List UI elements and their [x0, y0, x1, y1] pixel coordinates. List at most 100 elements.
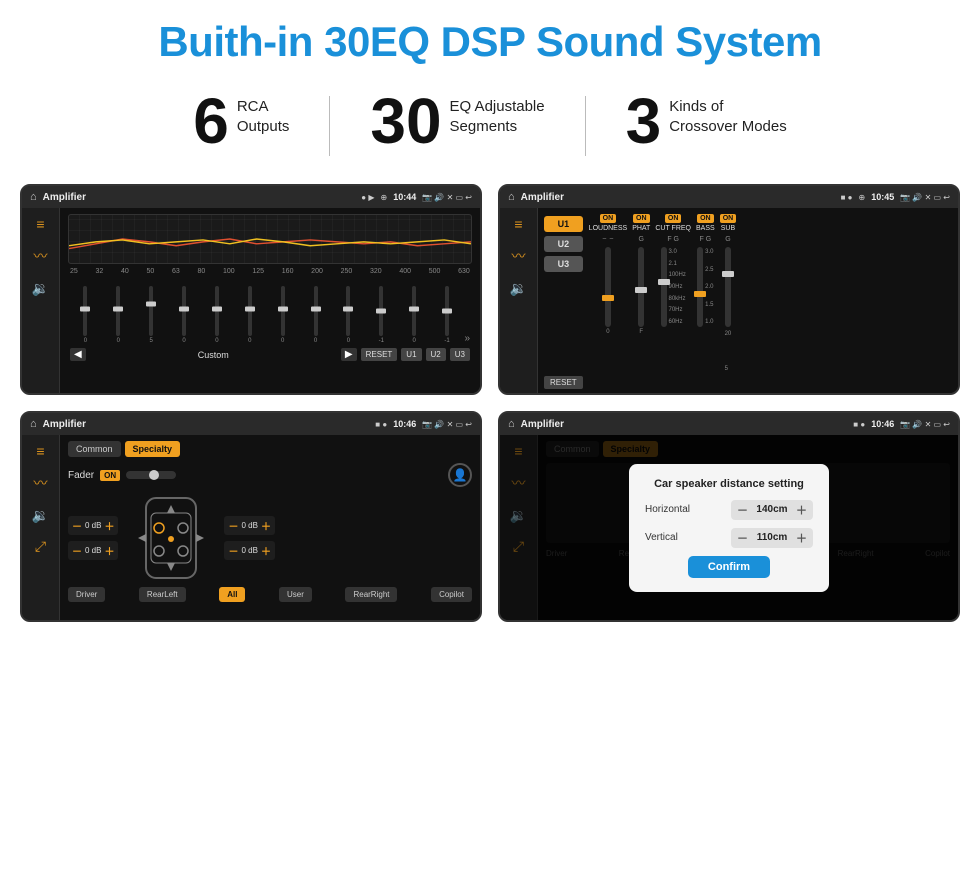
vertical-plus-btn[interactable]: ＋ [796, 530, 807, 546]
eq-reset-btn[interactable]: RESET [361, 348, 398, 361]
status-icons-2: 📷 🔊 ✕ ▭ ↩ [900, 193, 950, 202]
screen3-content: ≡ 〰 🔉 ⤢ Common Specialty Fader ON [22, 435, 480, 620]
db-ctrl-tl: － 0 dB ＋ [68, 516, 118, 535]
stat-eq: 30 EQ AdjustableSegments [330, 89, 584, 153]
ch-sub: ON SUB G 2050 [720, 214, 737, 395]
speaker-icon-3[interactable]: 🔉 [32, 507, 49, 524]
confirm-button[interactable]: Confirm [688, 556, 770, 578]
screen-eq: ⌂ Amplifier ● ▶ ⊕ 10:44 📷 🔊 ✕ ▭ ↩ ≡ 〰 🔉 [20, 184, 482, 395]
home-icon-1[interactable]: ⌂ [30, 191, 37, 203]
u1-btn[interactable]: U1 [544, 216, 583, 232]
dialog-overlay: Car speaker distance setting Horizontal … [500, 435, 958, 620]
eq-prev-btn[interactable]: ◀ [70, 348, 86, 361]
statusbar-2: ⌂ Amplifier ■ ● ⊕ 10:45 📷 🔊 ✕ ▭ ↩ [500, 186, 958, 208]
db-minus-tl[interactable]: － [72, 518, 82, 533]
screen1-content: ≡ 〰 🔉 25 32 40 50 63 80 [22, 208, 480, 393]
eq-next-btn[interactable]: ▶ [341, 348, 357, 361]
db-minus-bl[interactable]: － [72, 543, 82, 558]
expand-icon-3[interactable]: ⤢ [35, 538, 46, 555]
stat-number-crossover: 3 [626, 89, 662, 153]
db-plus-tr[interactable]: ＋ [261, 518, 271, 533]
home-icon-2[interactable]: ⌂ [508, 191, 515, 203]
ch-phat: ON PHAT G F [632, 214, 650, 335]
time-2: 10:45 [871, 192, 894, 202]
eq-area: 25 32 40 50 63 80 100 125 160 200 250 32… [60, 208, 480, 393]
eq-slider-0: 0 [70, 286, 101, 344]
screen-fader: ⌂ Amplifier ■ ● 10:46 📷 🔊 ✕ ▭ ↩ ≡ 〰 🔉 ⤢ … [20, 411, 482, 622]
screenshots-grid: ⌂ Amplifier ● ▶ ⊕ 10:44 📷 🔊 ✕ ▭ ↩ ≡ 〰 🔉 [0, 174, 980, 642]
db-minus-br[interactable]: － [228, 543, 238, 558]
wave-icon-3[interactable]: 〰 [34, 473, 48, 493]
horizontal-minus-btn[interactable]: － [737, 502, 748, 518]
stat-label-rca: RCAOutputs [237, 89, 290, 136]
all-btn[interactable]: All [219, 587, 245, 602]
rearleft-btn[interactable]: RearLeft [139, 587, 186, 602]
eq-icon-2[interactable]: ≡ [514, 216, 522, 232]
dialog-vertical-control: － 110cm ＋ [731, 528, 813, 548]
db-ctrl-tr: － 0 dB ＋ [224, 516, 274, 535]
u2-btn[interactable]: U2 [544, 236, 583, 252]
eq-preset-label: Custom [90, 350, 337, 360]
home-icon-3[interactable]: ⌂ [30, 418, 37, 430]
db-val-bl: 0 dB [85, 546, 101, 555]
eq-u2-btn[interactable]: U2 [426, 348, 446, 361]
ch-loudness: ON LOUDNESS ~~ 0 [589, 214, 628, 335]
horizontal-plus-btn[interactable]: ＋ [796, 502, 807, 518]
speaker-icon-1[interactable]: 🔉 [32, 280, 49, 297]
eq-icon-3[interactable]: ≡ [36, 443, 44, 459]
app-name-3: Amplifier [43, 419, 370, 430]
user-btn[interactable]: User [279, 587, 312, 602]
eq-u3-btn[interactable]: U3 [450, 348, 470, 361]
page-title: Buith-in 30EQ DSP Sound System [0, 0, 980, 76]
statusbar-3: ⌂ Amplifier ■ ● 10:46 📷 🔊 ✕ ▭ ↩ [22, 413, 480, 435]
profile-icon[interactable]: 👤 [448, 463, 472, 487]
stat-number-eq: 30 [370, 89, 441, 153]
wave-icon-1[interactable]: 〰 [34, 246, 48, 266]
u3-btn[interactable]: U3 [544, 256, 583, 272]
stat-label-crossover: Kinds ofCrossover Modes [669, 89, 787, 136]
dialog-horizontal-control: － 140cm ＋ [731, 500, 813, 520]
driver-btn[interactable]: Driver [68, 587, 105, 602]
tab-common[interactable]: Common [68, 441, 121, 457]
app-name-4: Amplifier [521, 419, 848, 430]
eq-graph [68, 214, 472, 264]
dialog-horizontal-row: Horizontal － 140cm ＋ [645, 500, 813, 520]
crossover-reset-btn[interactable]: RESET [544, 376, 583, 389]
rearright-btn[interactable]: RearRight [345, 587, 397, 602]
fader-slider[interactable] [126, 471, 176, 479]
left-db-controls: － 0 dB ＋ － 0 dB ＋ [68, 516, 118, 560]
db-minus-tr[interactable]: － [228, 518, 238, 533]
status-dots-2: ■ ● [841, 193, 853, 202]
copilot-btn[interactable]: Copilot [431, 587, 472, 602]
db-ctrl-bl: － 0 dB ＋ [68, 541, 118, 560]
expand-icon[interactable]: » [465, 333, 471, 344]
eq-icon-1[interactable]: ≡ [36, 216, 44, 232]
eq-u1-btn[interactable]: U1 [401, 348, 421, 361]
status-icons-3: 📷 🔊 ✕ ▭ ↩ [422, 420, 472, 429]
status-pin-2: ⊕ [858, 193, 865, 202]
status-dots-4: ■ ● [853, 420, 865, 429]
vertical-minus-btn[interactable]: － [737, 530, 748, 546]
db-plus-br[interactable]: ＋ [261, 543, 271, 558]
car-diagram [126, 493, 216, 583]
speaker-icon-2[interactable]: 🔉 [510, 280, 527, 297]
statusbar-1: ⌂ Amplifier ● ▶ ⊕ 10:44 📷 🔊 ✕ ▭ ↩ [22, 186, 480, 208]
tab-specialty[interactable]: Specialty [125, 441, 181, 457]
home-icon-4[interactable]: ⌂ [508, 418, 515, 430]
time-4: 10:46 [871, 419, 894, 429]
statusbar-4: ⌂ Amplifier ■ ● 10:46 📷 🔊 ✕ ▭ ↩ [500, 413, 958, 435]
dialog-vertical-row: Vertical － 110cm ＋ [645, 528, 813, 548]
vertical-value: 110cm [752, 532, 792, 543]
db-plus-tl[interactable]: ＋ [104, 518, 114, 533]
status-icons-4: 📷 🔊 ✕ ▭ ↩ [900, 420, 950, 429]
dialog-title: Car speaker distance setting [645, 478, 813, 490]
stats-row: 6 RCAOutputs 30 EQ AdjustableSegments 3 … [0, 76, 980, 174]
screen4-content: ≡ 〰 🔉 ⤢ Common Specialty Driver RearLeft… [500, 435, 958, 620]
stat-number-rca: 6 [193, 89, 229, 153]
db-plus-bl[interactable]: ＋ [104, 543, 114, 558]
db-val-tl: 0 dB [85, 521, 101, 530]
right-db-controls: － 0 dB ＋ － 0 dB ＋ [224, 516, 274, 560]
sidebar-3: ≡ 〰 🔉 ⤢ [22, 435, 60, 620]
wave-icon-2[interactable]: 〰 [512, 246, 526, 266]
status-icons-1: 📷 🔊 ✕ ▭ ↩ [422, 193, 472, 202]
